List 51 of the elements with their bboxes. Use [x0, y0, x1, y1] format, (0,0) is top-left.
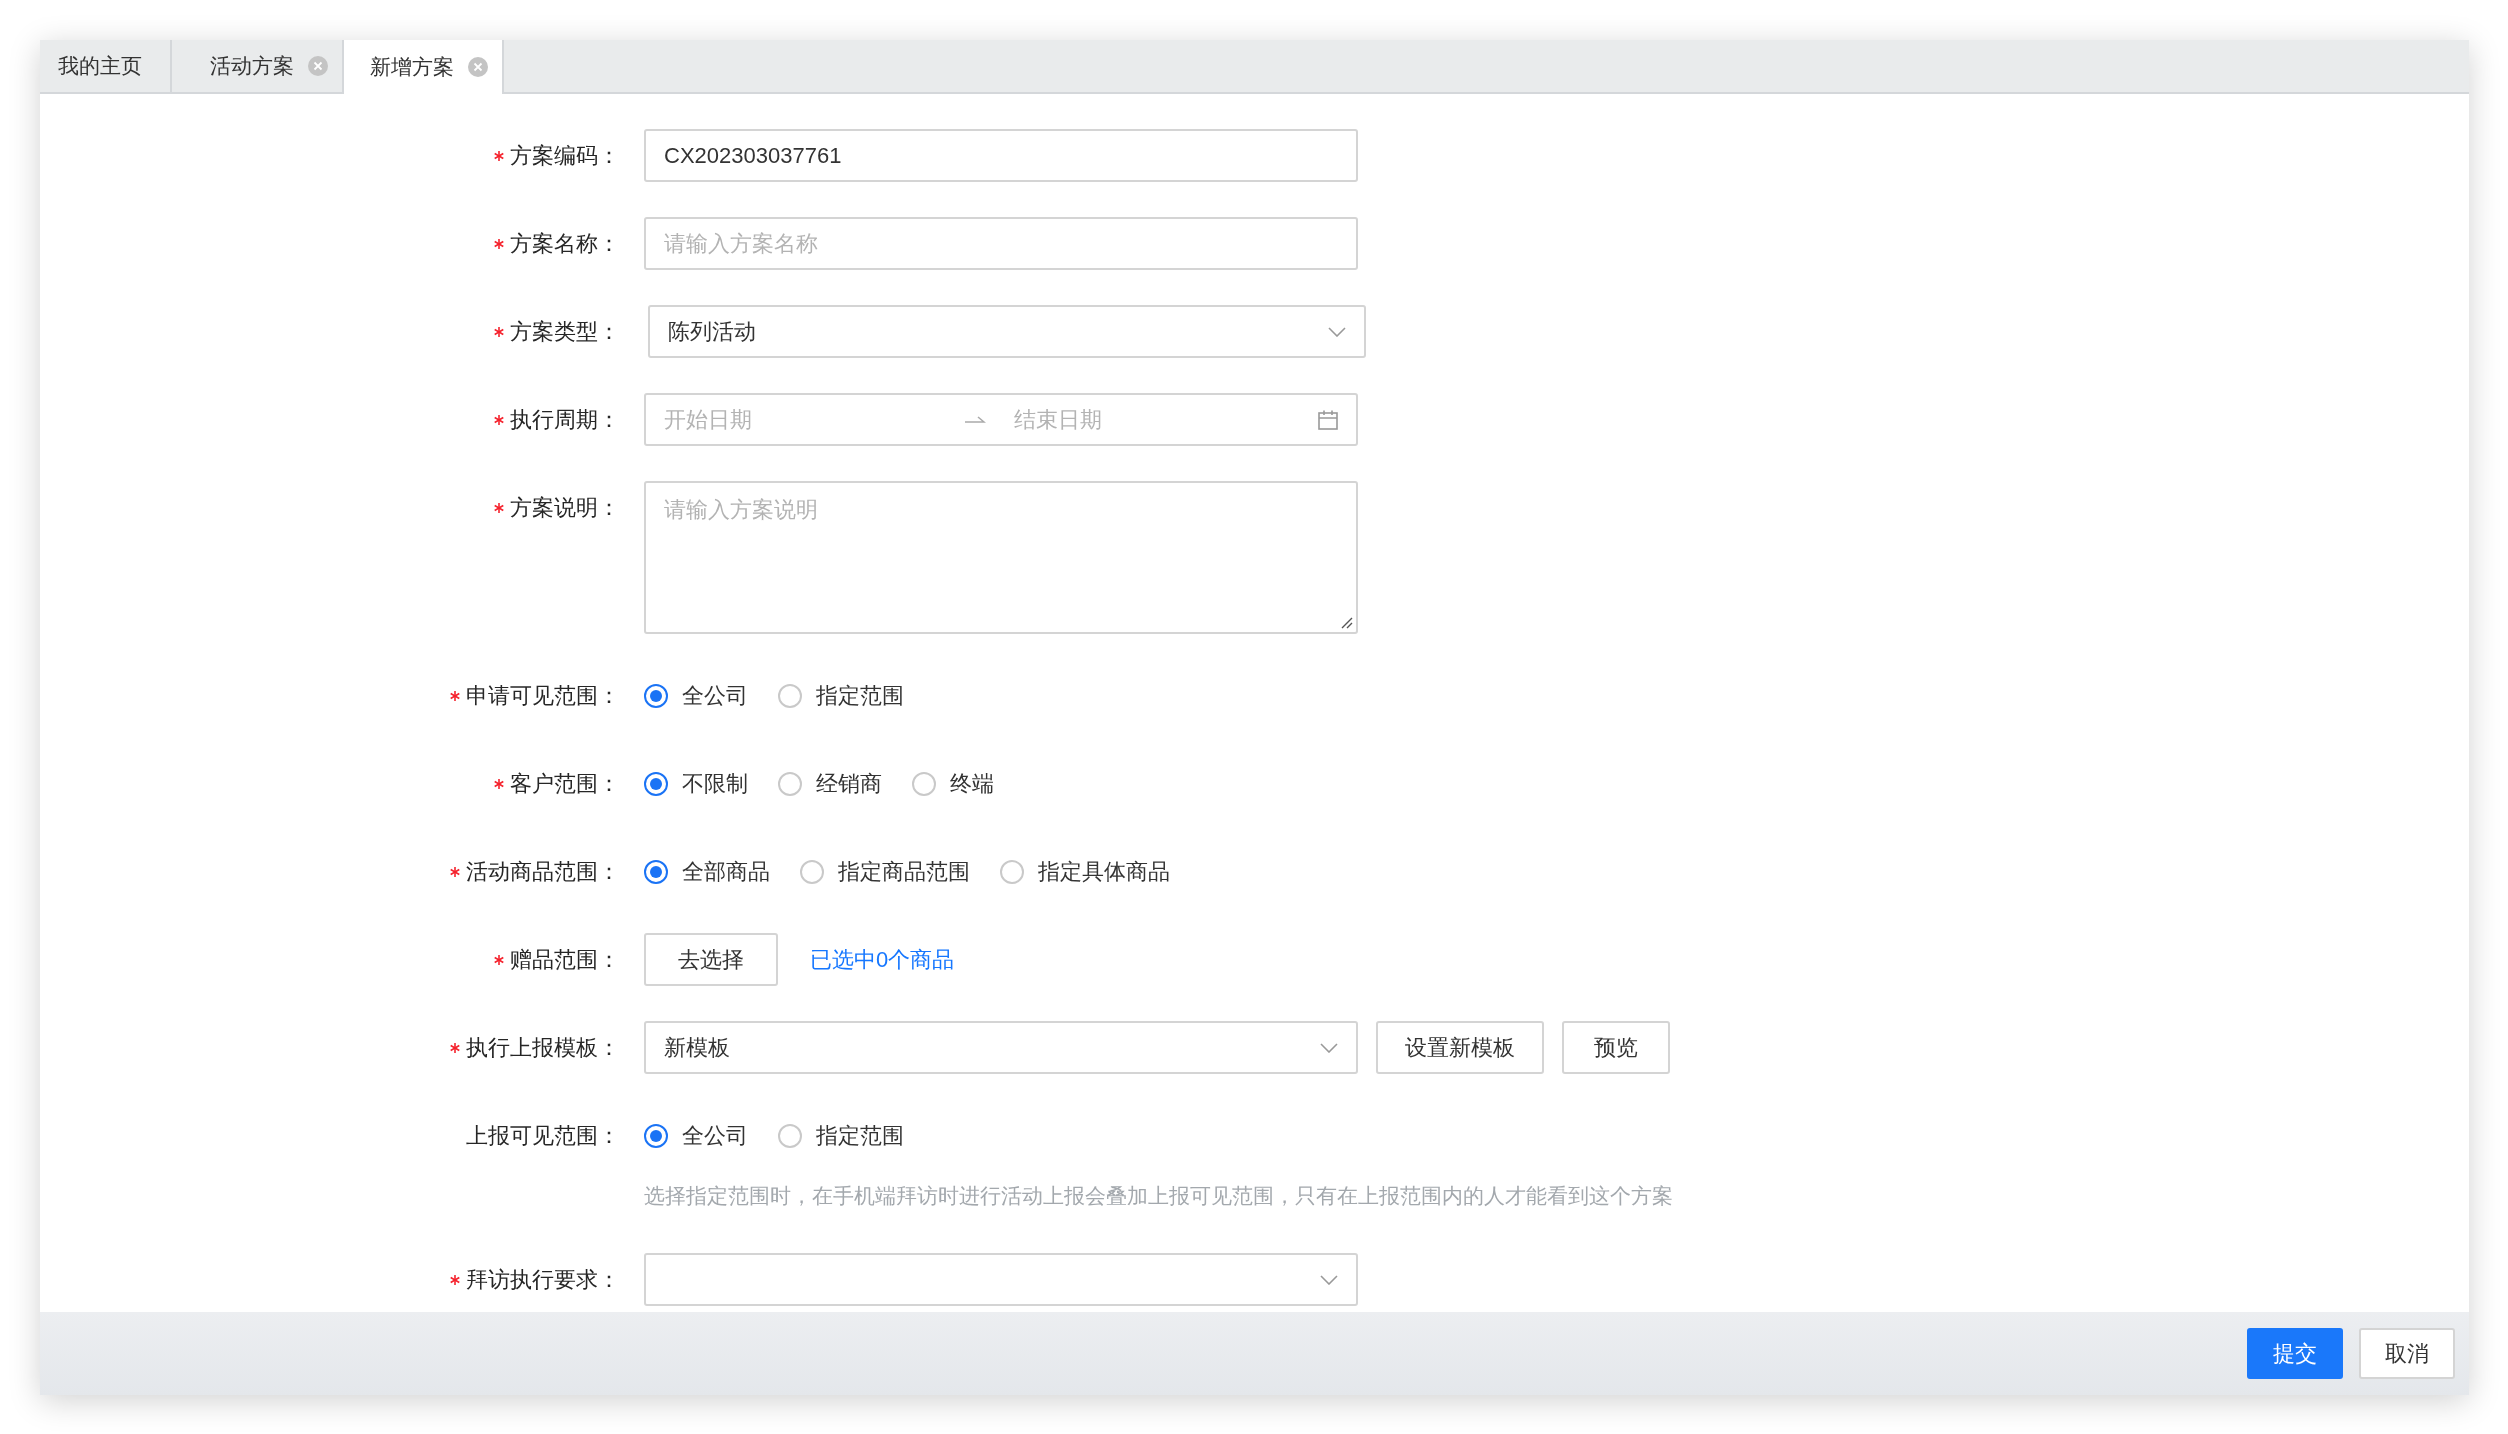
resize-handle-icon[interactable] — [1341, 617, 1353, 629]
tab[interactable]: 新增方案 — [344, 40, 504, 94]
radio-option[interactable]: 指定具体商品 — [1000, 856, 1170, 887]
radio-icon[interactable] — [644, 771, 668, 796]
chevron-down-icon — [1320, 1274, 1338, 1285]
radio-option[interactable]: 指定商品范围 — [800, 856, 970, 887]
field-label: 赠品范围： — [510, 945, 620, 974]
field-label: 执行上报模板： — [466, 1033, 620, 1062]
radio-option[interactable]: 不限制 — [644, 768, 748, 799]
field-label: 执行周期： — [510, 405, 620, 434]
radio-option[interactable]: 全部商品 — [644, 856, 770, 887]
radio-icon[interactable] — [1000, 859, 1024, 884]
field-label: 方案说明： — [510, 493, 620, 522]
template-button[interactable]: 预览 — [1562, 1021, 1670, 1074]
field-label: 上报可见范围： — [466, 1121, 620, 1150]
select-field[interactable] — [644, 1253, 1358, 1306]
field-label: 方案名称： — [510, 229, 620, 258]
close-icon[interactable] — [468, 57, 488, 77]
radio-icon[interactable] — [778, 1123, 802, 1148]
radio-icon[interactable] — [778, 683, 802, 708]
radio-icon[interactable] — [644, 1123, 668, 1148]
cancel-button[interactable]: 取消 — [2359, 1328, 2455, 1379]
text-field[interactable]: CX202303037761 — [644, 129, 1358, 182]
select-field[interactable]: 新模板 — [644, 1021, 1358, 1074]
radio-icon[interactable] — [644, 683, 668, 708]
radio-icon[interactable] — [800, 859, 824, 884]
field-label: 客户范围： — [510, 769, 620, 798]
field-label: 申请可见范围： — [466, 681, 620, 710]
close-icon[interactable] — [308, 56, 328, 76]
field-label: 方案类型： — [510, 317, 620, 346]
radio-option[interactable]: 指定范围 — [778, 680, 904, 711]
template-button[interactable]: 设置新模板 — [1376, 1021, 1544, 1074]
select-field[interactable]: 陈列活动 — [648, 305, 1366, 358]
radio-icon[interactable] — [644, 859, 668, 884]
radio-option[interactable]: 全公司 — [644, 1120, 748, 1151]
chevron-down-icon — [1320, 1042, 1338, 1053]
radio-icon[interactable] — [912, 771, 936, 796]
calendar-icon — [1318, 409, 1338, 430]
submit-button[interactable]: 提交 — [2247, 1328, 2343, 1379]
field-label: 方案编码： — [510, 141, 620, 170]
radio-icon[interactable] — [778, 771, 802, 796]
selected-count-link[interactable]: 已选中0个商品 — [810, 944, 955, 975]
hint-text: 选择指定范围时，在手机端拜访时进行活动上报会叠加上报可见范围，只有在上报范围内的人才能看到这个方案 — [644, 1183, 1674, 1209]
radio-option[interactable]: 全公司 — [644, 680, 748, 711]
radio-option[interactable]: 指定范围 — [778, 1120, 904, 1151]
chevron-down-icon — [1328, 326, 1346, 337]
choose-button[interactable]: 去选择 — [644, 933, 778, 986]
radio-option[interactable]: 经销商 — [778, 768, 882, 799]
field-label: 活动商品范围： — [466, 857, 620, 886]
radio-option[interactable]: 终端 — [912, 768, 994, 799]
field-label: 拜访执行要求： — [466, 1265, 620, 1294]
